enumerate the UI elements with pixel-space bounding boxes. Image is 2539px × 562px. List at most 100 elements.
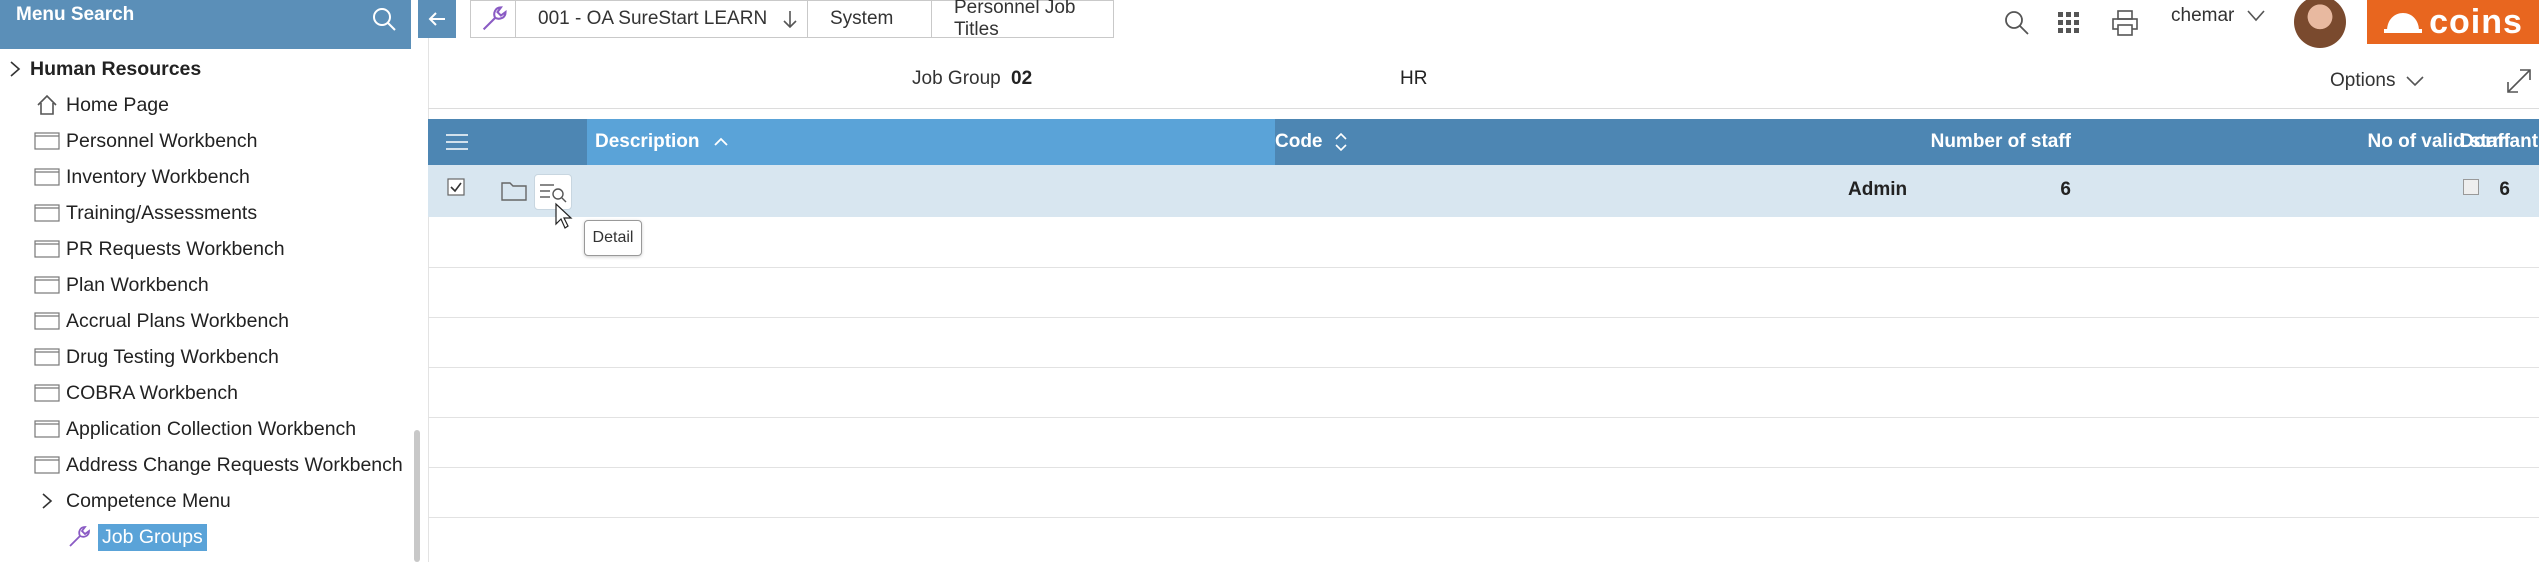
tools-button[interactable] — [470, 0, 516, 38]
sidebar-item-label: Job Groups — [98, 523, 207, 551]
search-icon[interactable] — [369, 4, 399, 34]
logo-text: coins — [2429, 2, 2523, 41]
breadcrumb-company[interactable]: 001 - OA SureStart LEARN — [516, 0, 808, 38]
row-divider — [428, 367, 2539, 368]
expand-icon[interactable] — [2504, 66, 2534, 96]
sidebar-item-job-groups[interactable]: Job Groups — [64, 522, 207, 552]
sidebar-item-home-page[interactable]: Home Page — [32, 90, 169, 120]
avatar[interactable] — [2294, 0, 2346, 48]
window-icon — [32, 378, 62, 408]
sort-ascending-icon — [713, 137, 728, 146]
sidebar-section-label: Human Resources — [30, 57, 202, 80]
window-icon — [32, 162, 62, 192]
hardhat-icon — [2384, 13, 2423, 33]
window-icon — [32, 270, 62, 300]
cell-code: Admin — [1848, 179, 1908, 200]
wrench-icon — [64, 522, 94, 552]
user-name[interactable]: chemar — [2171, 5, 2234, 27]
sidebar-item-label: COBRA Workbench — [66, 381, 238, 404]
sidebar-item-inventory-workbench[interactable]: Inventory Workbench — [32, 162, 250, 192]
column-header-dormant[interactable]: Dormant — [2434, 119, 2539, 165]
sidebar-item-label: Drug Testing Workbench — [66, 345, 279, 368]
print-icon[interactable] — [2110, 4, 2140, 42]
sidebar-item-label: Plan Workbench — [66, 273, 209, 296]
sort-both-icon — [1334, 132, 1347, 152]
sidebar-item-pr-requests-workbench[interactable]: PR Requests Workbench — [32, 234, 285, 264]
arrow-left-icon — [428, 12, 445, 26]
row-divider — [428, 467, 2539, 468]
chevron-down-icon[interactable] — [2246, 8, 2266, 24]
apps-grid-icon[interactable] — [2054, 4, 2084, 42]
sidebar-item-training-assessments[interactable]: Training/Assessments — [32, 198, 257, 228]
window-icon — [32, 126, 62, 156]
column-chooser[interactable] — [428, 119, 486, 165]
sidebar-item-address-change-requests-workbench[interactable]: Address Change Requests Workbench — [32, 450, 403, 480]
options-label: Options — [2330, 70, 2396, 91]
sidebar-item-label: Personnel Workbench — [66, 129, 258, 152]
breadcrumb-company-label: 001 - OA SureStart LEARN — [538, 8, 768, 29]
cell-number-of-staff: 6 — [2060, 179, 2071, 200]
menu-search-label: Menu Search — [16, 4, 135, 25]
wrench-icon — [482, 6, 507, 31]
row-select-checkbox[interactable] — [446, 177, 466, 197]
sidebar-item-drug-testing-workbench[interactable]: Drug Testing Workbench — [32, 342, 279, 372]
job-group-label: Job Group — [912, 68, 1001, 89]
window-icon — [32, 198, 62, 228]
column-header-label: Dormant — [2459, 131, 2539, 152]
list-menu-icon — [446, 134, 468, 150]
column-header-label: Description — [595, 131, 700, 152]
sidebar-item-label: Competence Menu — [66, 489, 231, 512]
dormant-checkbox[interactable] — [2463, 179, 2479, 195]
column-header-number-of-staff[interactable]: Number of staff — [1818, 119, 2071, 165]
sidebar-item-application-collection-workbench[interactable]: Application Collection Workbench — [32, 414, 356, 444]
sidebar-item-accrual-plans-workbench[interactable]: Accrual Plans Workbench — [32, 306, 289, 336]
sidebar-item-label: Inventory Workbench — [66, 165, 250, 188]
window-icon — [32, 450, 62, 480]
window-icon — [32, 342, 62, 372]
sidebar-item-label: Application Collection Workbench — [66, 417, 357, 440]
column-header-label: Code — [1275, 131, 1323, 152]
job-group-value: 02 — [1011, 68, 1033, 89]
sidebar-item-plan-workbench[interactable]: Plan Workbench — [32, 270, 209, 300]
column-header-label: Number of staff — [1930, 131, 2071, 152]
row-divider — [428, 517, 2539, 518]
sidebar-item-label: Address Change Requests Workbench — [66, 453, 403, 476]
home-icon — [32, 90, 62, 120]
sidebar-item-personnel-workbench[interactable]: Personnel Workbench — [32, 126, 258, 156]
window-icon — [32, 414, 62, 444]
breadcrumb-system[interactable]: System — [808, 0, 932, 38]
grid-header: Description Code Number of staff No of v… — [428, 119, 2539, 165]
detail-tooltip: Detail — [584, 220, 642, 256]
menu-search-bar[interactable]: Menu Search — [0, 0, 411, 49]
options-menu[interactable]: Options — [2330, 70, 2425, 92]
sidebar-item-label: PR Requests Workbench — [66, 237, 285, 260]
breadcrumb-page[interactable]: Personnel Job Titles — [932, 0, 1114, 40]
sidebar-scrollbar[interactable] — [414, 430, 420, 562]
search-icon[interactable] — [2002, 4, 2032, 42]
chevron-right-icon — [32, 486, 62, 516]
window-icon — [32, 306, 62, 336]
row-divider — [428, 267, 2539, 268]
table-row[interactable]: Admin 6 6 — [428, 165, 2539, 217]
row-divider — [428, 417, 2539, 418]
column-header-description[interactable]: Description — [587, 119, 1275, 165]
breadcrumb-system-label: System — [830, 8, 894, 29]
sidebar-item-label: Accrual Plans Workbench — [66, 309, 289, 332]
chevron-down-icon — [2406, 76, 2425, 87]
mouse-cursor-icon — [555, 202, 573, 229]
column-header-code[interactable]: Code — [1275, 119, 1575, 165]
sidebar-section-human-resources[interactable]: Human Resources — [4, 54, 201, 84]
sidebar-item-cobra-workbench[interactable]: COBRA Workbench — [32, 378, 238, 408]
divider — [428, 108, 2539, 109]
sidebar-item-label: Home Page — [66, 93, 169, 116]
folder-icon[interactable] — [500, 177, 528, 203]
sidebar-item-label: Training/Assessments — [66, 201, 258, 224]
collapse-sidebar-button[interactable] — [418, 0, 456, 38]
job-group-description: HR — [1400, 68, 1428, 89]
row-divider — [428, 317, 2539, 318]
sidebar: Menu Search Human Resources Home Page Pe… — [0, 0, 429, 562]
window-icon — [32, 234, 62, 264]
sidebar-item-competence-menu[interactable]: Competence Menu — [32, 486, 231, 516]
arrow-down-icon[interactable] — [781, 8, 799, 30]
coins-logo: coins — [2367, 0, 2539, 44]
